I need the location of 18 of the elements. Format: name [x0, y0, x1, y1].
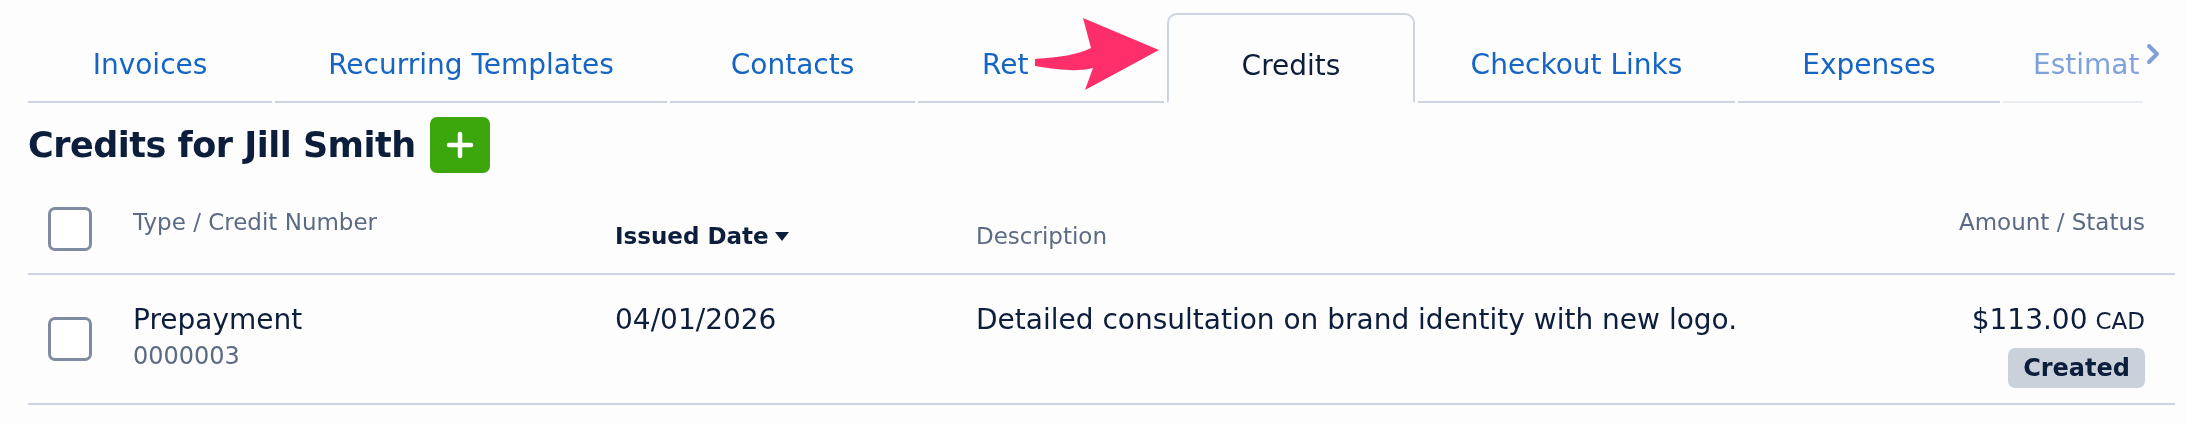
status-badge: Created: [2008, 348, 2145, 388]
tab[interactable]: Expenses: [1738, 13, 2000, 103]
column-header[interactable]: Type / Credit Number: [133, 209, 378, 235]
tab[interactable]: Invoices: [28, 13, 272, 103]
column-header[interactable]: Amount / Status: [1958, 209, 2145, 235]
credit-number: 0000003: [133, 342, 241, 370]
tab[interactable]: Checkout Links: [1418, 13, 1735, 103]
currency: CAD: [2095, 308, 2145, 334]
column-header[interactable]: Description: [976, 223, 1107, 249]
issued-date: 04/01/2026: [615, 303, 777, 336]
column-header[interactable]: Issued Date: [615, 223, 789, 249]
tab[interactable]: Contacts: [670, 13, 915, 103]
tab[interactable]: Recurring Templates: [275, 13, 667, 103]
credit-type: Prepayment: [133, 303, 304, 336]
description: Detailed consultation on brand identity with new logo.: [976, 303, 1738, 336]
amount: $113.00: [1971, 303, 2088, 336]
page-title: Credits for Jill Smith: [28, 125, 416, 165]
tab[interactable]: Credits: [1167, 13, 1415, 103]
